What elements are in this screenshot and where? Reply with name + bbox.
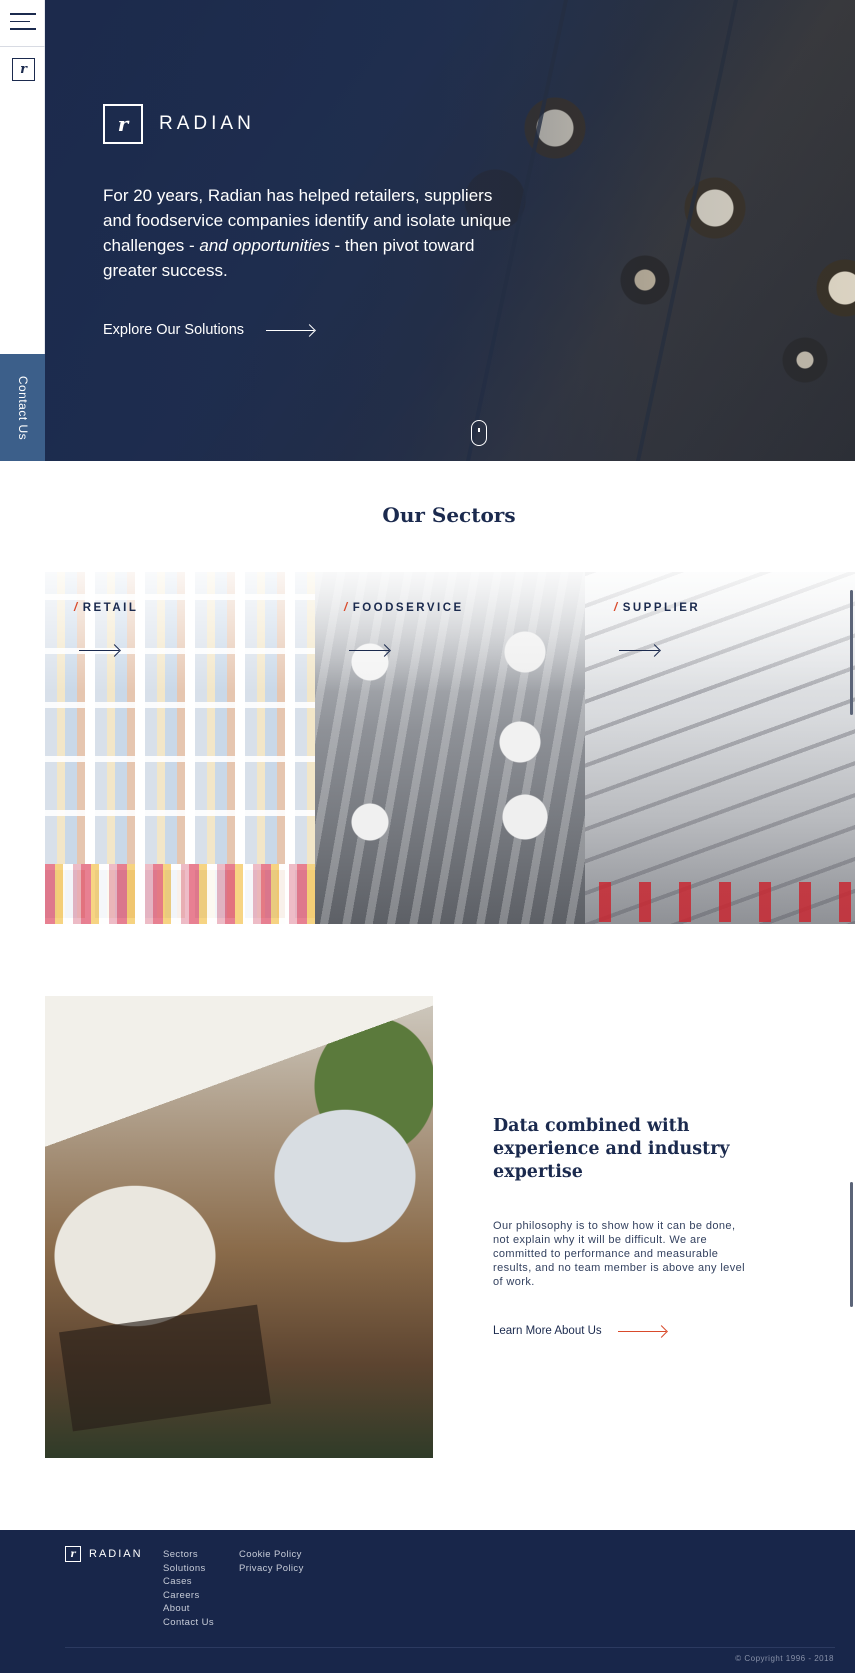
sector-image-fade — [315, 572, 585, 692]
menu-icon[interactable] — [10, 13, 36, 35]
sector-image-fade — [45, 572, 315, 692]
sector-card-foodservice[interactable]: / FOODSERVICE — [315, 572, 585, 924]
contact-us-tab[interactable]: Contact Us — [0, 354, 45, 461]
about-heading: Data combined with experience and indust… — [493, 1116, 730, 1182]
copyright: © Copyright 1996 - 2018 — [735, 1654, 834, 1663]
scroll-mouse-icon[interactable] — [471, 420, 487, 446]
brand-name: RADIAN — [159, 113, 255, 134]
about-body: Our philosophy is to show how it can be … — [493, 1220, 745, 1288]
arrow-right-icon — [266, 329, 315, 331]
sector-label: / RETAIL — [74, 602, 138, 614]
sector-label-text: RETAIL — [82, 602, 139, 614]
slash-accent: / — [344, 602, 350, 614]
footer-link-contact[interactable]: Contact Us — [163, 1616, 214, 1630]
scrollbar-thumb[interactable] — [850, 590, 853, 715]
slash-accent: / — [74, 602, 80, 614]
footer-link-cookie-policy[interactable]: Cookie Policy — [239, 1548, 304, 1562]
arrow-right-icon — [349, 650, 389, 651]
footer-divider — [65, 1647, 835, 1648]
footer-link-solutions[interactable]: Solutions — [163, 1562, 214, 1576]
logo-mark-icon[interactable]: r — [12, 58, 35, 81]
logo-mark-icon: r — [103, 104, 143, 144]
hero-section: r RADIAN For 20 years, Radian has helped… — [45, 0, 855, 461]
explore-solutions-label: Explore Our Solutions — [103, 322, 245, 338]
arrow-right-icon — [79, 650, 119, 651]
sector-card-supplier[interactable]: / SUPPLIER — [585, 572, 855, 924]
footer-link-careers[interactable]: Careers — [163, 1589, 214, 1603]
footer-brand-name: RADIAN — [89, 1548, 143, 1560]
logo-mark-icon: r — [65, 1546, 81, 1562]
footer-link-cases[interactable]: Cases — [163, 1575, 214, 1589]
sectors-heading: Our Sectors — [382, 503, 516, 527]
sector-label-text: SUPPLIER — [622, 602, 701, 614]
arrow-right-icon — [619, 650, 659, 651]
sector-label-text: FOODSERVICE — [352, 602, 464, 614]
rail-divider — [0, 46, 45, 47]
sector-card-retail[interactable]: / RETAIL — [45, 572, 315, 924]
footer-link-sectors[interactable]: Sectors — [163, 1548, 214, 1562]
footer-nav-primary: Sectors Solutions Cases Careers About Co… — [163, 1548, 214, 1629]
explore-solutions-link[interactable]: Explore Our Solutions — [103, 322, 315, 338]
scrollbar-thumb[interactable] — [850, 1182, 853, 1307]
learn-more-link[interactable]: Learn More About Us — [493, 1325, 666, 1337]
sector-label: / FOODSERVICE — [344, 602, 464, 614]
slash-accent: / — [614, 602, 620, 614]
arrow-right-icon — [617, 1330, 666, 1332]
sector-label: / SUPPLIER — [614, 602, 700, 614]
footer-link-about[interactable]: About — [163, 1602, 214, 1616]
footer-brand[interactable]: r RADIAN — [65, 1546, 143, 1562]
footer-nav-legal: Cookie Policy Privacy Policy — [239, 1548, 304, 1575]
footer: r RADIAN Sectors Solutions Cases Careers… — [0, 1530, 855, 1673]
learn-more-label: Learn More About Us — [493, 1325, 602, 1337]
hero-text-emphasis: and opportunities — [199, 236, 330, 255]
sector-image-fade — [585, 572, 855, 692]
hero-brand[interactable]: r RADIAN — [103, 104, 255, 144]
about-image — [45, 996, 433, 1458]
contact-us-label: Contact Us — [15, 375, 30, 440]
hero-tagline: For 20 years, Radian has helped retailer… — [103, 183, 523, 283]
footer-link-privacy-policy[interactable]: Privacy Policy — [239, 1562, 304, 1576]
